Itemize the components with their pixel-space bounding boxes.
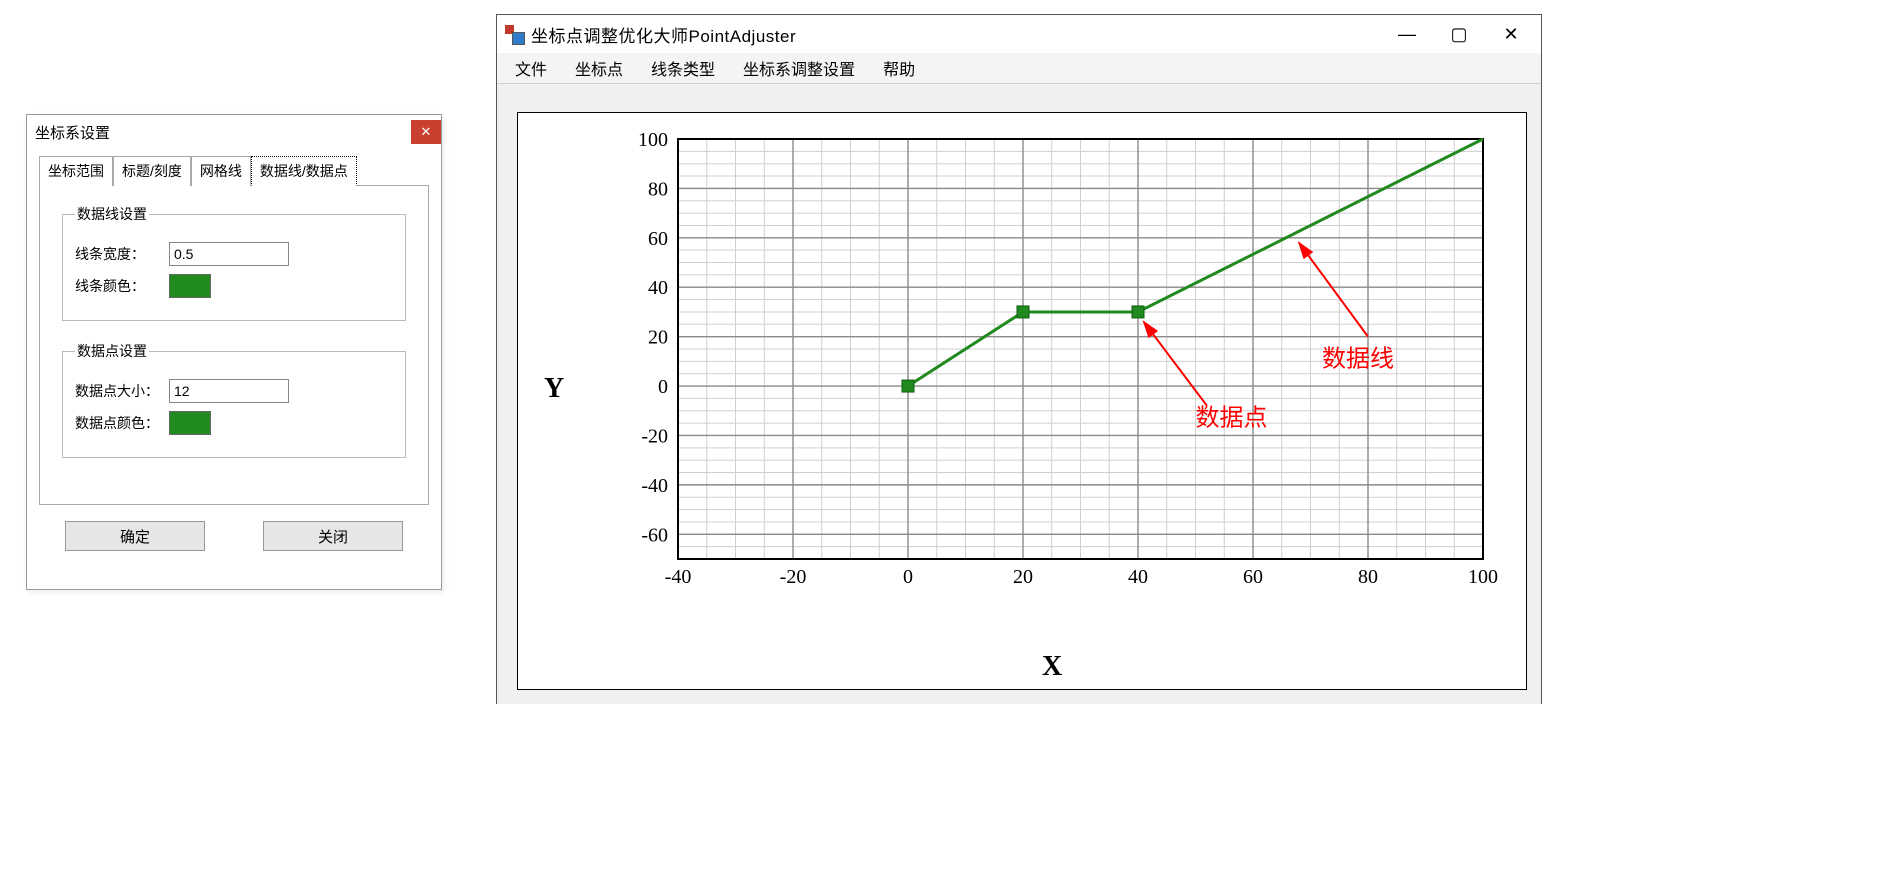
main-window: 坐标点调整优化大师PointAdjuster — ▢ ✕ 文件 坐标点 线条类型…: [496, 14, 1542, 704]
y-tick-label: 0: [658, 376, 668, 398]
data-point-marker: [1017, 306, 1029, 318]
y-tick-label: -40: [641, 475, 668, 497]
dialog-title: 坐标系设置: [35, 122, 411, 143]
y-tick-label: 20: [648, 327, 668, 349]
coord-settings-dialog: 坐标系设置 ✕ 坐标范围 标题/刻度 网格线 数据线/数据点 数据线设置 线条宽…: [26, 114, 442, 590]
plot-panel: Y X -40 -20 0 20 40 60 80 100 -60 -40 -20 0 20 40 60 80…: [517, 112, 1527, 690]
x-tick-label: 80: [1358, 566, 1378, 588]
dialog-tabstrip: 坐标范围 标题/刻度 网格线 数据线/数据点: [27, 149, 441, 185]
annotation-data-line: 数据线: [1322, 345, 1394, 372]
point-color-swatch[interactable]: [169, 411, 211, 435]
ok-button[interactable]: 确定: [65, 521, 205, 551]
dialog-close-button[interactable]: ✕: [411, 120, 441, 144]
annotation-data-point: 数据点: [1196, 405, 1268, 432]
close-icon: ✕: [421, 124, 432, 140]
data-point-marker: [902, 380, 914, 392]
tab-title-ticks[interactable]: 标题/刻度: [113, 156, 191, 186]
data-point-marker: [1132, 306, 1144, 318]
point-settings-group: 数据点设置 数据点大小： 数据点颜色：: [62, 341, 406, 458]
main-title: 坐标点调整优化大师PointAdjuster: [531, 22, 1389, 47]
dialog-titlebar: 坐标系设置 ✕: [27, 115, 441, 149]
menu-help[interactable]: 帮助: [883, 56, 915, 80]
y-tick-label: -20: [641, 425, 668, 447]
plot-svg: -40 -20 0 20 40 60 80 100 -60 -40 -20 0 20 40 60 80 100 数…: [608, 129, 1498, 619]
point-color-label: 数据点颜色：: [75, 413, 161, 433]
main-titlebar: 坐标点调整优化大师PointAdjuster — ▢ ✕: [497, 15, 1541, 53]
x-tick-label: 0: [903, 566, 913, 588]
close-icon: ✕: [1503, 24, 1518, 45]
y-tick-label: 100: [638, 129, 668, 151]
dialog-tab-body: 数据线设置 线条宽度： 线条颜色： 数据点设置 数据点大小： 数据点颜色：: [39, 185, 429, 505]
main-close-button[interactable]: ✕: [1493, 20, 1529, 48]
y-tick-label: -60: [641, 524, 668, 546]
menu-linetype[interactable]: 线条类型: [651, 56, 715, 80]
window-control-buttons: — ▢ ✕: [1389, 20, 1535, 48]
y-axis-label: Y: [544, 373, 564, 405]
x-axis-label: X: [1042, 651, 1062, 683]
menu-coord-adjust[interactable]: 坐标系调整设置: [743, 56, 855, 80]
maximize-button[interactable]: ▢: [1441, 20, 1477, 48]
point-size-input[interactable]: [169, 379, 289, 403]
y-tick-label: 40: [648, 277, 668, 299]
x-tick-label: 40: [1128, 566, 1148, 588]
x-tick-label: 60: [1243, 566, 1263, 588]
line-color-label: 线条颜色：: [75, 276, 161, 296]
line-width-label: 线条宽度：: [75, 244, 161, 264]
y-tick-label: 60: [648, 228, 668, 250]
x-tick-label: 20: [1013, 566, 1033, 588]
point-size-label: 数据点大小：: [75, 381, 161, 401]
x-tick-label: 100: [1468, 566, 1498, 588]
x-tick-label: -40: [665, 566, 692, 588]
main-client-area: Y X -40 -20 0 20 40 60 80 100 -60 -40 -20 0 20 40 60 80…: [497, 84, 1541, 704]
line-color-swatch[interactable]: [169, 274, 211, 298]
minimize-icon: —: [1398, 24, 1416, 45]
menu-bar: 文件 坐标点 线条类型 坐标系调整设置 帮助: [497, 53, 1541, 84]
line-width-input[interactable]: [169, 242, 289, 266]
minimize-button[interactable]: —: [1389, 20, 1425, 48]
menu-file[interactable]: 文件: [515, 56, 547, 80]
line-settings-group: 数据线设置 线条宽度： 线条颜色：: [62, 204, 406, 321]
line-group-legend: 数据线设置: [75, 204, 149, 224]
tab-data-line-point[interactable]: 数据线/数据点: [251, 156, 357, 186]
tab-gridlines[interactable]: 网格线: [191, 156, 251, 186]
close-button[interactable]: 关闭: [263, 521, 403, 551]
x-tick-label: -20: [780, 566, 807, 588]
dialog-button-row: 确定 关闭: [27, 517, 441, 563]
point-group-legend: 数据点设置: [75, 341, 149, 361]
y-tick-label: 80: [648, 178, 668, 200]
app-icon: [505, 25, 523, 43]
maximize-icon: ▢: [1450, 24, 1467, 45]
tab-coord-range[interactable]: 坐标范围: [39, 156, 113, 186]
menu-points[interactable]: 坐标点: [575, 56, 623, 80]
